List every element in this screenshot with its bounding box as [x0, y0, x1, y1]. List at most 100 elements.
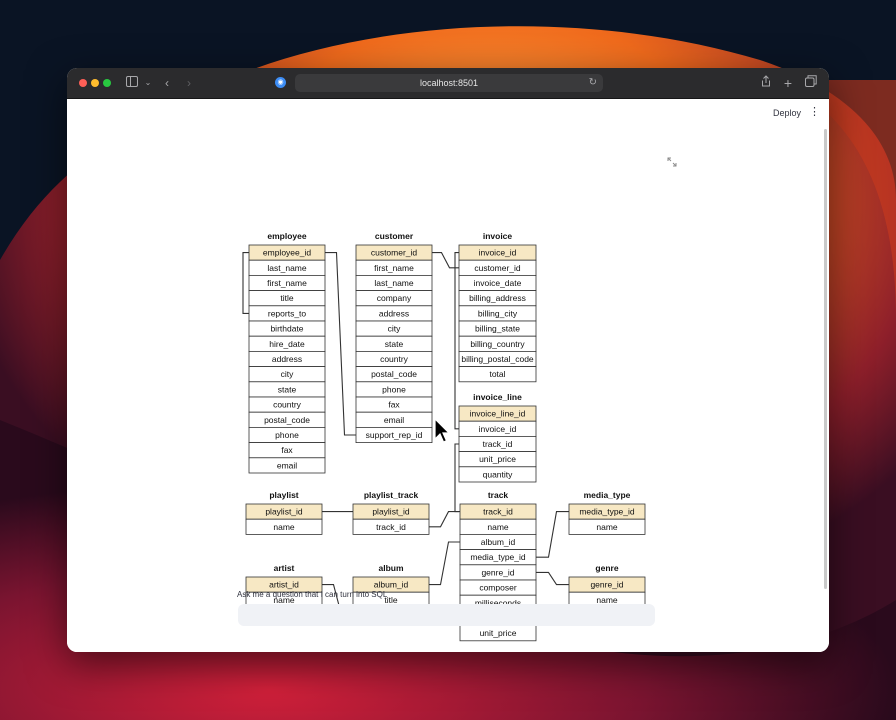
column-name: address	[379, 308, 409, 318]
column-name: email	[384, 415, 404, 425]
reload-icon[interactable]: ↻	[589, 75, 597, 91]
column-name: playlist_id	[372, 507, 410, 517]
column-name: state	[385, 339, 404, 349]
share-icon[interactable]	[760, 75, 772, 91]
site-info-icon[interactable]: ◉	[275, 77, 286, 88]
column-name: phone	[382, 384, 406, 394]
column-name: first_name	[267, 278, 307, 288]
column-name: city	[281, 369, 295, 379]
minimize-window-button[interactable]	[91, 79, 99, 87]
relationship-line	[536, 512, 569, 558]
column-name: email	[277, 460, 297, 470]
question-label: Ask me a question that I can turn into S…	[237, 590, 387, 599]
column-name: invoice_id	[479, 424, 517, 434]
browser-toolbar: ⌄ ‹ › ◉ localhost:8501 ↻ +	[67, 68, 829, 99]
column-name: name	[273, 522, 295, 532]
column-name: album_id	[374, 580, 409, 590]
column-name: billing_country	[470, 339, 525, 349]
table-title: artist	[274, 563, 295, 573]
table-title: album	[378, 563, 403, 573]
table-title: employee	[267, 231, 306, 241]
table-customer: customercustomer_idfirst_namelast_nameco…	[356, 231, 432, 443]
address-bar[interactable]: localhost:8501 ↻	[295, 74, 603, 92]
column-name: name	[487, 522, 509, 532]
relationship-line	[243, 253, 249, 314]
column-name: track_id	[376, 522, 406, 532]
tabs-overview-icon[interactable]	[804, 75, 818, 91]
relationship-line	[536, 572, 569, 584]
forward-icon[interactable]: ›	[183, 75, 195, 91]
column-name: state	[278, 384, 297, 394]
column-name: quantity	[483, 469, 514, 479]
fullscreen-icon[interactable]	[667, 157, 677, 170]
column-name: composer	[479, 583, 516, 593]
column-name: employee_id	[263, 248, 311, 258]
column-name: last_name	[267, 263, 306, 273]
column-name: billing_address	[469, 293, 526, 303]
table-playlist: playlist playlist_idname	[246, 490, 322, 534]
relationship-line	[429, 542, 460, 585]
column-name: reports_to	[268, 308, 307, 318]
column-name: billing_postal_code	[461, 354, 534, 364]
table-title: media_type	[584, 490, 631, 500]
column-name: country	[273, 400, 302, 410]
back-icon[interactable]: ‹	[161, 75, 173, 91]
column-name: birthdate	[270, 324, 303, 334]
column-name: first_name	[374, 263, 414, 273]
table-title: customer	[375, 231, 414, 241]
table-playlist-track: playlist_track playlist_id track_id	[353, 490, 429, 534]
column-name: last_name	[374, 278, 413, 288]
table-invoice: invoiceinvoice_idcustomer_idinvoice_date…	[459, 231, 536, 382]
column-name: album_id	[481, 537, 516, 547]
table-genre: genregenre_idname	[569, 563, 645, 607]
browser-window: ⌄ ‹ › ◉ localhost:8501 ↻ + Deploy ⋮ empl…	[67, 68, 829, 652]
relationship-line	[455, 253, 459, 429]
table-title: playlist	[269, 490, 298, 500]
database-schema-diagram: employee employee_id last_name first_nameti…	[67, 99, 829, 652]
table-title: invoice	[483, 231, 513, 241]
table-artist: artistartist_idname	[246, 563, 322, 607]
column-name: fax	[388, 400, 400, 410]
column-name: city	[388, 324, 402, 334]
column-name: total	[489, 369, 505, 379]
new-tab-icon[interactable]: +	[782, 75, 794, 91]
mouse-pointer-icon	[434, 418, 450, 444]
zoom-window-button[interactable]	[103, 79, 111, 87]
close-window-button[interactable]	[79, 79, 87, 87]
streamlit-app: Deploy ⋮ employeeemployee_idlast_namefir…	[67, 99, 829, 652]
column-name: artist_id	[269, 580, 299, 590]
column-name: genre_id	[590, 580, 623, 590]
column-name: company	[377, 293, 412, 303]
column-name: hire_date	[269, 339, 305, 349]
url-text: localhost:8501	[295, 76, 603, 90]
question-input[interactable]	[238, 604, 655, 626]
column-name: media_type_id	[470, 552, 526, 562]
column-name: phone	[275, 430, 299, 440]
column-name: name	[596, 522, 618, 532]
column-name: invoice_date	[474, 278, 522, 288]
column-name: fax	[281, 445, 293, 455]
chevron-down-icon[interactable]: ⌄	[143, 75, 153, 91]
column-name: media_type_id	[579, 507, 635, 517]
column-name: unit_price	[480, 628, 517, 638]
column-name: playlist_id	[265, 507, 303, 517]
table-title: genre	[595, 563, 618, 573]
column-name: address	[272, 354, 302, 364]
column-name: country	[380, 354, 409, 364]
column-name: billing_city	[478, 308, 518, 318]
column-name: track_id	[483, 439, 513, 449]
table-title: invoice_line	[473, 392, 522, 402]
table-title: playlist_track	[364, 490, 419, 500]
column-name: track_id	[483, 507, 513, 517]
column-name: title	[280, 293, 294, 303]
column-name: invoice_line_id	[470, 409, 526, 419]
column-name: invoice_id	[479, 248, 517, 258]
table-media-type: media_type media_type_idname	[569, 490, 645, 534]
column-name: unit_price	[479, 454, 516, 464]
column-name: support_rep_id	[366, 430, 423, 440]
table-employee: employee employee_id last_name first_nameti…	[249, 231, 325, 473]
sidebar-icon[interactable]	[125, 75, 139, 91]
relationship-line	[325, 253, 356, 435]
column-name: billing_state	[475, 324, 520, 334]
column-name: postal_code	[371, 369, 417, 379]
